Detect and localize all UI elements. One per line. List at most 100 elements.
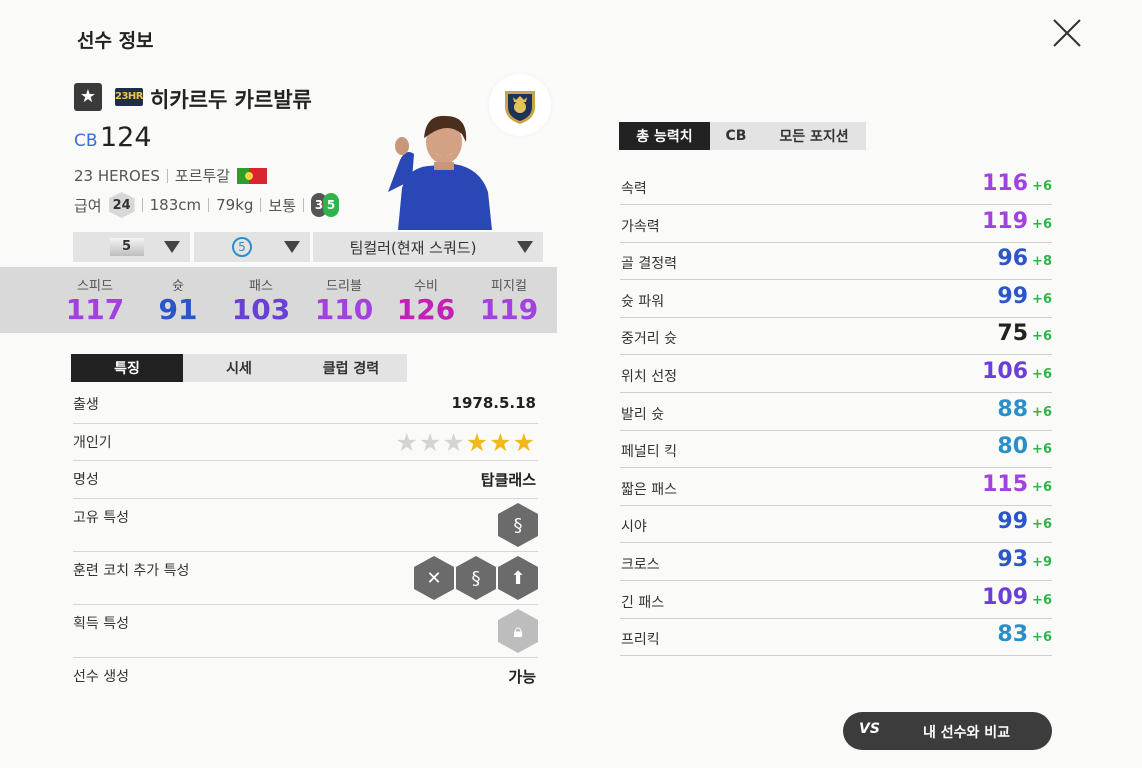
attribute-row: 골 결정력 96 +8 bbox=[620, 242, 1052, 281]
page-title: 선수 정보 bbox=[77, 30, 154, 52]
arrow-up-trait-icon[interactable]: ⬆ bbox=[498, 556, 538, 600]
attribute-value: 80 bbox=[997, 434, 1029, 460]
creation-label: 선수 생성 bbox=[73, 669, 129, 685]
attribute-value-group: 96 +8 bbox=[962, 246, 1052, 271]
chevron-down-icon bbox=[164, 241, 180, 253]
enhancement-value: 5 bbox=[109, 238, 144, 256]
unique-trait-row: 고유 특성 § bbox=[73, 499, 538, 552]
star-icon: ★ bbox=[512, 428, 536, 457]
unique-trait-label: 고유 특성 bbox=[73, 510, 129, 526]
player-season-nation: 23 HEROES 포르투갈 bbox=[74, 165, 268, 186]
tab-market-price[interactable]: 시세 bbox=[183, 354, 295, 382]
player-physical-info: 급여 24 183cm 79kg 보통 3 5 bbox=[74, 192, 340, 218]
attribute-name: 속력 bbox=[621, 181, 647, 197]
tab-features[interactable]: 특징 bbox=[71, 354, 183, 382]
attribute-value: 116 bbox=[982, 171, 1029, 196]
stat-label: 패스 bbox=[249, 279, 273, 294]
snake-trait-icon[interactable]: § bbox=[498, 503, 538, 547]
birth-label: 출생 bbox=[73, 397, 99, 413]
attribute-bonus: +6 bbox=[1032, 216, 1052, 232]
attribute-row: 크로스 93 +9 bbox=[620, 543, 1052, 581]
attribute-value: 75 bbox=[997, 321, 1029, 347]
attribute-bonus: +6 bbox=[1032, 517, 1052, 533]
vs-icon: VS bbox=[859, 721, 880, 737]
divider bbox=[303, 198, 305, 212]
acquired-trait-label: 획득 특성 bbox=[73, 616, 129, 632]
body-type: 보통 bbox=[268, 196, 297, 215]
right-tabs: 총 능력치 CB 모든 포지션 bbox=[619, 122, 866, 150]
weight: 79kg bbox=[216, 196, 254, 214]
attribute-value-group: 115 +6 bbox=[962, 472, 1052, 497]
star-icon: ★ bbox=[418, 428, 443, 457]
attribute-value: 119 bbox=[982, 208, 1029, 234]
height: 183cm bbox=[149, 196, 202, 214]
attribute-value-group: 93 +9 bbox=[962, 547, 1052, 572]
attribute-name: 골 결정력 bbox=[621, 256, 677, 273]
season-badge: 23HR bbox=[115, 88, 144, 106]
adaptability-value: 5 bbox=[232, 237, 252, 257]
attribute-bonus: +6 bbox=[1032, 592, 1052, 608]
portugal-flag-icon bbox=[237, 167, 268, 184]
attribute-bonus: +6 bbox=[1032, 442, 1052, 458]
attribute-value-group: 106 +6 bbox=[962, 359, 1052, 384]
stat-shooting: 슛 91 bbox=[138, 275, 218, 326]
left-tabs: 특징 시세 클럽 경력 bbox=[71, 354, 407, 382]
right-foot-value: 5 bbox=[323, 193, 340, 217]
attribute-value: 99 bbox=[997, 283, 1029, 309]
close-icon[interactable] bbox=[1050, 16, 1084, 50]
player-position: CB bbox=[74, 131, 98, 151]
attribute-bonus: +6 bbox=[1032, 291, 1052, 307]
attribute-value-group: 80 +6 bbox=[962, 434, 1052, 459]
attribute-value: 99 bbox=[997, 509, 1029, 535]
team-color-select[interactable]: 팀컬러(현재 스쿼드) bbox=[313, 232, 543, 262]
stat-value: 117 bbox=[65, 293, 125, 326]
attribute-value-group: 116 +6 bbox=[962, 171, 1052, 196]
tab-club-career[interactable]: 클럽 경력 bbox=[295, 354, 407, 382]
coach-trait-row: 훈련 코치 추가 특성 ✕ § ⬆ bbox=[73, 552, 538, 605]
divider bbox=[141, 198, 143, 212]
attribute-bonus: +9 bbox=[1032, 555, 1052, 570]
pay-label: 급여 bbox=[74, 196, 102, 215]
attribute-row: 짧은 패스 115 +6 bbox=[620, 468, 1052, 506]
star-icon: ★ bbox=[442, 428, 466, 457]
divider bbox=[208, 198, 210, 212]
creation-value: 가능 bbox=[508, 668, 536, 686]
attribute-bonus: +6 bbox=[1032, 329, 1052, 345]
attribute-value-group: 75 +6 bbox=[962, 321, 1052, 346]
attribute-name: 시야 bbox=[621, 519, 647, 536]
attribute-row: 위치 선정 106 +6 bbox=[620, 355, 1052, 393]
hawk-trait-icon[interactable]: ✕ bbox=[414, 556, 454, 600]
attribute-bonus: +6 bbox=[1032, 404, 1052, 420]
tab-total-stats[interactable]: 총 능력치 bbox=[619, 122, 710, 150]
attribute-row: 시야 99 +6 bbox=[620, 505, 1052, 544]
foot-icon: 3 5 bbox=[311, 193, 340, 217]
attribute-name: 발리 슛 bbox=[621, 406, 665, 423]
season-name: 23 HEROES bbox=[74, 166, 160, 185]
star-icon: ★ bbox=[395, 428, 419, 457]
tab-position-cb[interactable]: CB bbox=[710, 122, 762, 150]
divider bbox=[166, 168, 168, 183]
attribute-value-group: 99 +6 bbox=[962, 509, 1052, 534]
snake-trait-icon[interactable]: § bbox=[456, 556, 496, 600]
attribute-name: 가속력 bbox=[621, 218, 660, 235]
stat-value: 119 bbox=[479, 293, 539, 326]
tab-all-positions[interactable]: 모든 포지션 bbox=[762, 122, 866, 150]
team-color-value: 팀컬러(현재 스쿼드) bbox=[349, 238, 477, 257]
favorite-star-icon[interactable]: ★ bbox=[74, 83, 102, 111]
stat-physical: 피지컬 119 bbox=[469, 275, 549, 326]
attribute-name: 중거리 슛 bbox=[621, 331, 677, 348]
stat-dribbling: 드리블 110 bbox=[304, 275, 384, 326]
attribute-value: 106 bbox=[982, 359, 1029, 384]
reputation-label: 명성 bbox=[73, 472, 99, 488]
enhancement-select[interactable]: 5 bbox=[73, 232, 190, 262]
summary-stats: 스피드 117 슛 91 패스 103 드리블 110 수비 126 피지컬 1… bbox=[0, 267, 557, 333]
adaptability-select[interactable]: 5 bbox=[194, 232, 310, 262]
stat-label: 슛 bbox=[172, 279, 184, 294]
stat-passing: 패스 103 bbox=[221, 275, 301, 326]
compare-button[interactable]: VS 내 선수와 비교 bbox=[843, 712, 1052, 750]
lock-icon[interactable]: 🔒︎ bbox=[498, 609, 538, 653]
attribute-name: 프리킥 bbox=[621, 632, 660, 649]
stat-label: 스피드 bbox=[77, 279, 113, 294]
birth-value: 1978.5.18 bbox=[451, 394, 536, 412]
attribute-bonus: +6 bbox=[1032, 630, 1052, 646]
